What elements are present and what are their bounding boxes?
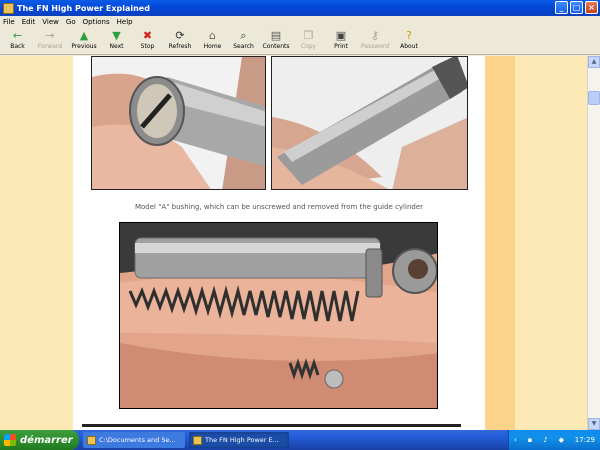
photo-bushing-side bbox=[271, 56, 468, 190]
contents-icon: ▤ bbox=[270, 29, 282, 42]
stop-button[interactable]: ✖ Stop bbox=[132, 27, 163, 55]
photo-caption: Model "A" bushing, which can be unscrewe… bbox=[134, 203, 424, 211]
about-button[interactable]: ? About bbox=[392, 27, 426, 55]
scroll-down-icon[interactable]: ▼ bbox=[588, 418, 600, 430]
app-icon bbox=[3, 2, 14, 14]
menu-view[interactable]: View bbox=[42, 18, 59, 26]
password-button[interactable]: ⚷ Password bbox=[358, 27, 392, 55]
print-icon: ▣ bbox=[335, 29, 347, 42]
task-fn-high-power[interactable]: The FN High Power E... bbox=[189, 432, 289, 448]
back-button[interactable]: ← Back bbox=[2, 27, 33, 55]
windows-logo-icon bbox=[4, 434, 16, 446]
copy-button[interactable]: ❐ Copy bbox=[293, 27, 324, 55]
network-icon[interactable]: ▪ bbox=[528, 436, 533, 444]
contents-button[interactable]: ▤ Contents bbox=[259, 27, 293, 55]
close-button[interactable]: × bbox=[585, 1, 598, 14]
next-button[interactable]: ▼ Next bbox=[101, 27, 132, 55]
task-label: C:\Documents and Se... bbox=[99, 436, 176, 444]
forward-button[interactable]: → Forward bbox=[33, 27, 67, 55]
scroll-thumb[interactable] bbox=[588, 91, 600, 105]
minimize-button[interactable]: _ bbox=[555, 1, 568, 14]
search-icon: ⌕ bbox=[240, 29, 247, 42]
scroll-up-icon[interactable]: ▲ bbox=[588, 56, 600, 68]
folder-icon bbox=[87, 435, 96, 445]
up-arrow-icon: ▲ bbox=[79, 29, 89, 42]
menu-help[interactable]: Help bbox=[117, 18, 133, 26]
decorative-band bbox=[485, 56, 515, 430]
toolbar: ← Back → Forward ▲ Previous ▼ Next ✖ Stop ⟳ Re… bbox=[0, 27, 600, 55]
forward-icon: → bbox=[45, 29, 55, 42]
title-bar: The FN High Power Explained _ □ × bbox=[0, 0, 600, 16]
stop-icon: ✖ bbox=[142, 29, 153, 42]
vertical-scrollbar[interactable]: ▲ ▼ bbox=[587, 56, 600, 430]
down-arrow-icon: ▼ bbox=[112, 29, 121, 42]
home-icon: ⌂ bbox=[209, 29, 216, 42]
refresh-icon: ⟳ bbox=[175, 29, 185, 42]
help-file-icon bbox=[193, 435, 202, 445]
menu-edit[interactable]: Edit bbox=[22, 18, 36, 26]
tray-chevron-icon[interactable]: ‹ bbox=[514, 436, 517, 444]
menu-bar: File Edit View Go Options Help bbox=[0, 16, 600, 27]
home-button[interactable]: ⌂ Home bbox=[197, 27, 228, 55]
photo-guide-rod-assembly bbox=[119, 222, 438, 409]
previous-button[interactable]: ▲ Previous bbox=[67, 27, 101, 55]
copy-icon: ❐ bbox=[303, 29, 314, 42]
print-button[interactable]: ▣ Print bbox=[324, 27, 358, 55]
start-button[interactable]: démarrer bbox=[0, 430, 79, 450]
volume-icon[interactable]: ♪ bbox=[543, 436, 547, 444]
search-button[interactable]: ⌕ Search bbox=[228, 27, 259, 55]
back-icon: ← bbox=[12, 29, 23, 42]
task-label: The FN High Power E... bbox=[205, 436, 279, 444]
task-explorer[interactable]: C:\Documents and Se... bbox=[83, 432, 185, 448]
start-label: démarrer bbox=[20, 434, 73, 446]
clock: 17:29 bbox=[574, 436, 595, 444]
window-title: The FN High Power Explained bbox=[17, 3, 150, 13]
photo-bushing-end bbox=[91, 56, 266, 190]
content-frame: Model "A" bushing, which can be unscrewe… bbox=[0, 56, 587, 430]
maximize-button[interactable]: □ bbox=[570, 1, 583, 14]
refresh-button[interactable]: ⟳ Refresh bbox=[163, 27, 197, 55]
body-text-partial bbox=[82, 420, 477, 428]
security-icon[interactable]: ◆ bbox=[559, 436, 564, 444]
menu-go[interactable]: Go bbox=[66, 18, 76, 26]
menu-file[interactable]: File bbox=[3, 18, 15, 26]
key-icon: ⚷ bbox=[370, 29, 380, 42]
help-icon: ? bbox=[406, 29, 412, 42]
menu-options[interactable]: Options bbox=[83, 18, 110, 26]
taskbar: démarrer C:\Documents and Se... The FN H… bbox=[0, 430, 600, 450]
system-tray: ‹ ▪ ♪ ◆ 17:29 bbox=[508, 430, 600, 450]
